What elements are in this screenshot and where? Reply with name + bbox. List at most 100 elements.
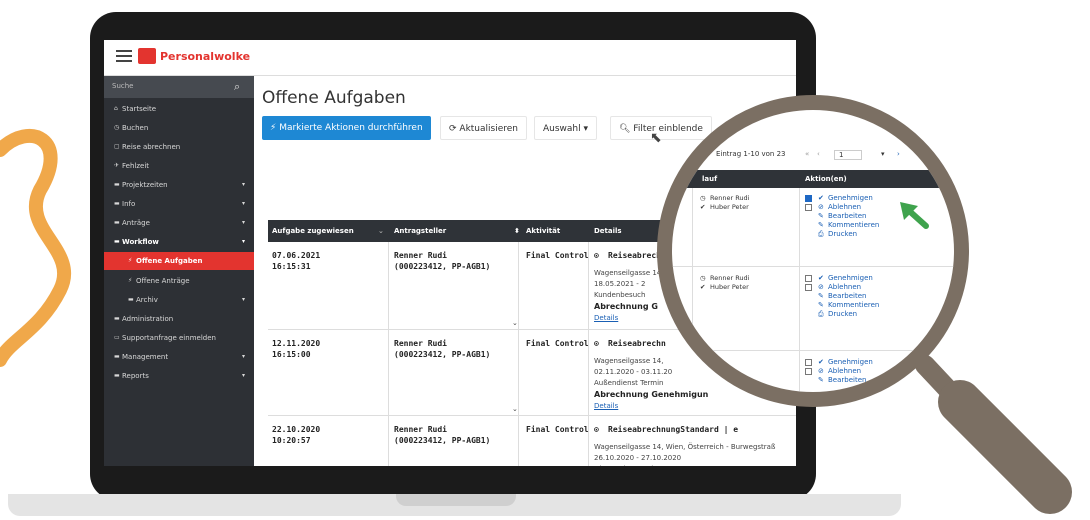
col-activity[interactable]: Aktivität bbox=[526, 220, 560, 242]
sidebar-item[interactable]: ⚡ Offene Anträge bbox=[104, 272, 254, 290]
comment-icon[interactable]: ✎ bbox=[818, 221, 824, 229]
search-icon[interactable]: ⌕ bbox=[234, 80, 240, 94]
first-page-button[interactable]: « bbox=[805, 150, 809, 158]
col-details[interactable]: Details bbox=[594, 220, 622, 242]
sidebar-item[interactable]: ▢ Reise abrechnen bbox=[104, 138, 254, 156]
action-ablehnen[interactable]: Ablehnen bbox=[828, 203, 861, 211]
cloud-logo-icon bbox=[138, 48, 156, 64]
action-ablehnen[interactable]: Ablehnen bbox=[828, 367, 861, 375]
sidebar-item[interactable]: ▬ Anträge ▾ bbox=[104, 214, 254, 232]
pencil-icon[interactable]: ✎ bbox=[818, 292, 824, 300]
menu-icon[interactable] bbox=[116, 50, 132, 62]
table-row[interactable]: 22.10.2020 10:20:57 Renner Rudi (000223412,… bbox=[268, 416, 796, 466]
laptop-notch bbox=[396, 494, 516, 506]
detail-line: Wagenseilgasse 14, bbox=[594, 357, 664, 365]
approve-checkbox[interactable] bbox=[805, 195, 812, 202]
selection-dropdown[interactable]: Auswahl ▾ bbox=[534, 116, 598, 140]
comment-icon[interactable]: ✎ bbox=[818, 301, 824, 309]
action-genehmigen[interactable]: Genehmigen bbox=[828, 194, 873, 202]
sidebar-item[interactable]: ▬ Management ▾ bbox=[104, 348, 254, 366]
detail-title: Reiseabrechn bbox=[608, 339, 666, 348]
ban-icon[interactable]: ⊘ bbox=[818, 367, 824, 375]
pencil-icon[interactable]: ✎ bbox=[818, 212, 824, 220]
history-check-icon: ✔ bbox=[700, 283, 706, 291]
pagination-range: Eintrag 1-10 von 23 bbox=[716, 150, 786, 158]
pencil-icon[interactable]: ✎ bbox=[818, 376, 824, 384]
column-divider bbox=[518, 416, 519, 466]
column-divider bbox=[799, 188, 800, 392]
sidebar-item-label: Reise abrechnen bbox=[122, 143, 181, 151]
ban-icon[interactable]: ⊘ bbox=[818, 203, 824, 211]
history-entry: Huber Peter bbox=[710, 203, 749, 211]
action-genehmigen[interactable]: Genehmigen bbox=[828, 358, 873, 366]
sort-icon[interactable]: ⬍ bbox=[514, 220, 520, 242]
sidebar-item[interactable]: ◷ Buchen bbox=[104, 119, 254, 137]
action-bearbeiten[interactable]: Bearbeiten bbox=[828, 376, 866, 384]
next-page-button[interactable]: › bbox=[897, 150, 900, 158]
action-drucken[interactable]: Drucken bbox=[828, 310, 857, 318]
action-kommentieren[interactable]: Kommentieren bbox=[828, 221, 879, 229]
page-title: Offene Aufgaben bbox=[262, 88, 406, 108]
action-ablehnen[interactable]: Ablehnen bbox=[828, 283, 861, 291]
sidebar-item[interactable]: ▬ Projektzeiten ▾ bbox=[104, 176, 254, 194]
magnifier-lens: Eintrag 1-10 von 23 « ‹ 1 ▾ › lauf Aktio… bbox=[657, 95, 969, 407]
col-applicant[interactable]: Antragsteller bbox=[394, 220, 446, 242]
sidebar-item-label: Management bbox=[122, 353, 169, 361]
flash-icon: ⚡ bbox=[128, 277, 133, 284]
history-entry: Renner Rudi bbox=[710, 194, 750, 202]
refresh-button[interactable]: ⟳ Aktualisieren bbox=[440, 116, 527, 140]
check-icon[interactable]: ✔ bbox=[818, 194, 824, 202]
resize-handle-icon[interactable]: ⌄ bbox=[512, 318, 518, 329]
chevron-down-icon: ▾ bbox=[242, 181, 246, 188]
sidebar-item[interactable]: ▭ Supportanfrage einmelden bbox=[104, 329, 254, 347]
chevron-down-icon: ▾ bbox=[242, 296, 246, 303]
reject-checkbox[interactable] bbox=[805, 284, 812, 291]
chevron-down-icon: ▾ bbox=[242, 238, 246, 245]
approve-checkbox[interactable] bbox=[805, 275, 812, 282]
applicant-id: (000223412, PP-AGB1) bbox=[394, 350, 491, 359]
details-link[interactable]: Details bbox=[594, 401, 618, 412]
printer-icon[interactable]: ⎙ bbox=[818, 230, 824, 239]
sidebar-item-label: Offene Aufgaben bbox=[136, 257, 203, 265]
ban-icon[interactable]: ⊘ bbox=[818, 283, 824, 291]
col-assigned[interactable]: Aufgabe zugewiesen bbox=[272, 220, 354, 242]
page-select[interactable]: 1 bbox=[834, 150, 863, 160]
printer-icon[interactable]: ⎙ bbox=[818, 310, 824, 319]
action-kommentieren[interactable]: Kommentieren bbox=[828, 301, 879, 309]
sort-icon[interactable]: ⌄ bbox=[378, 220, 388, 242]
approve-checkbox[interactable] bbox=[805, 359, 812, 366]
folder-icon: ▬ bbox=[114, 200, 120, 207]
action-bearbeiten[interactable]: Bearbeiten bbox=[828, 292, 866, 300]
sidebar-item[interactable]: ▬ Administration bbox=[104, 310, 254, 328]
history-clock-icon: ◷ bbox=[700, 194, 706, 202]
reject-checkbox[interactable] bbox=[805, 204, 812, 211]
flash-icon: ⚡ bbox=[128, 257, 133, 264]
column-divider bbox=[518, 242, 519, 330]
check-icon[interactable]: ✔ bbox=[818, 358, 824, 366]
prev-page-button[interactable]: ‹ bbox=[817, 150, 820, 158]
sidebar-item[interactable]: ▬ Workflow ▾ bbox=[104, 233, 254, 251]
sidebar-item-label: Startseite bbox=[122, 105, 157, 113]
sidebar-item[interactable]: ▬ Reports ▾ bbox=[104, 367, 254, 385]
applicant-id: (000223412, PP-AGB1) bbox=[394, 436, 491, 445]
action-drucken[interactable]: Drucken bbox=[828, 230, 857, 238]
sidebar-item[interactable]: ⚡ Offene Aufgaben bbox=[104, 252, 254, 270]
activity: Final Control bbox=[526, 339, 589, 348]
assigned-date: 22.10.2020 bbox=[272, 425, 321, 434]
sidebar-search[interactable]: Suche ⌕ bbox=[104, 76, 254, 98]
sidebar-item[interactable]: ▬ Info ▾ bbox=[104, 195, 254, 213]
sidebar-item[interactable]: ✈ Fehlzeit bbox=[104, 157, 254, 175]
execute-actions-button[interactable]: ⚡ Markierte Aktionen durchführen bbox=[262, 116, 431, 140]
plane-icon: ✈ bbox=[114, 162, 120, 169]
sidebar-item[interactable]: ⌂ Startseite bbox=[104, 100, 254, 118]
chevron-down-icon: ▾ bbox=[242, 219, 246, 226]
sidebar-item[interactable]: ▬ Archiv ▾ bbox=[104, 291, 254, 309]
action-bearbeiten[interactable]: Bearbeiten bbox=[828, 212, 866, 220]
folder-icon: ▬ bbox=[114, 353, 120, 360]
check-icon[interactable]: ✔ bbox=[818, 274, 824, 282]
action-genehmigen[interactable]: Genehmigen bbox=[828, 274, 873, 282]
resize-handle-icon[interactable]: ⌄ bbox=[512, 404, 518, 415]
details-link[interactable]: Details bbox=[594, 313, 618, 324]
sidebar-item-label: Reports bbox=[122, 372, 149, 380]
reject-checkbox[interactable] bbox=[805, 368, 812, 375]
